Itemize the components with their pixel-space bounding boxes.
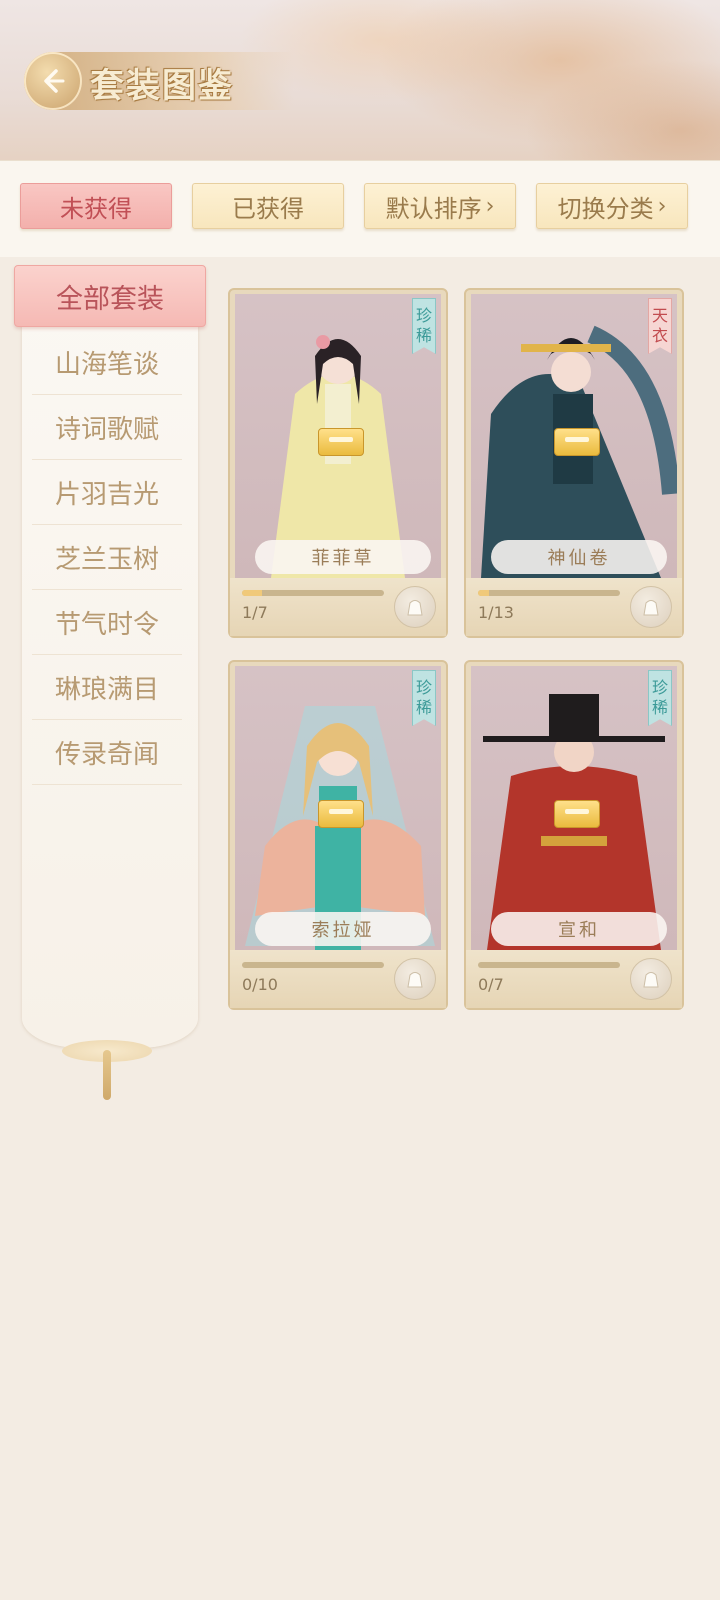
rarity-char: 珍 <box>415 306 432 325</box>
bag-button[interactable] <box>630 586 672 628</box>
category-label: 诗词歌赋 <box>54 414 159 445</box>
obtained-filter-button[interactable]: 已获得 <box>192 183 344 229</box>
category-label: 片羽吉光 <box>54 479 159 510</box>
obtained-label: 已获得 <box>232 194 304 223</box>
bag-icon <box>407 600 423 616</box>
rarity-char: 珍 <box>415 678 432 697</box>
outfit-card[interactable]: 天 衣 神仙卷 1/13 <box>464 288 684 638</box>
category-item[interactable]: 传录奇闻 <box>32 720 182 785</box>
bag-button[interactable] <box>394 958 436 1000</box>
category-all-sets[interactable]: 全部套装 <box>14 265 206 327</box>
category-label: 全部套装 <box>56 283 164 315</box>
category-item[interactable]: 芝兰玉树 <box>32 525 182 590</box>
filter-bar: 未获得 已获得 默认排序 › 切换分类 › <box>0 160 720 257</box>
unobtained-filter-button[interactable]: 未获得 <box>20 183 172 229</box>
rarity-char: 天 <box>651 306 668 325</box>
outfit-card[interactable]: 珍 稀 索拉娅 0/10 <box>228 660 448 1010</box>
unobtained-label: 未获得 <box>60 194 132 223</box>
rarity-tag: 珍 稀 <box>412 298 436 354</box>
category-item[interactable]: 山海笔谈 <box>32 330 182 395</box>
rarity-char: 珍 <box>651 678 668 697</box>
category-label: 传录奇闻 <box>54 739 159 770</box>
category-label: 芝兰玉树 <box>54 544 159 575</box>
lock-badge <box>318 428 364 456</box>
outfit-name: 神仙卷 <box>491 540 667 574</box>
bag-icon <box>407 972 423 988</box>
outfit-card[interactable]: 珍 稀 菲菲草 1/7 <box>228 288 448 638</box>
category-item[interactable]: 诗词歌赋 <box>32 395 182 460</box>
category-label: 山海笔谈 <box>54 349 159 380</box>
lock-badge <box>554 428 600 456</box>
category-item[interactable]: 节气时令 <box>32 590 182 655</box>
category-item[interactable]: 片羽吉光 <box>32 460 182 525</box>
progress-text: 1/7 <box>242 603 268 622</box>
sort-label: 默认排序 <box>385 194 482 223</box>
progress-bar <box>242 962 384 968</box>
bag-button[interactable] <box>630 958 672 1000</box>
card-footer: 1/13 <box>466 578 682 636</box>
back-button[interactable] <box>24 52 82 110</box>
progress-fill <box>242 590 263 596</box>
chevron-right-icon: › <box>657 193 667 219</box>
chevron-right-icon: › <box>485 193 495 219</box>
rarity-tag: 珍 稀 <box>648 670 672 726</box>
category-label: 节气时令 <box>54 609 159 640</box>
bag-icon <box>643 600 659 616</box>
sort-button[interactable]: 默认排序 › <box>364 183 516 229</box>
tassel-ornament <box>103 1050 111 1100</box>
rarity-char: 稀 <box>415 698 432 717</box>
outfit-card[interactable]: 珍 稀 宣和 0/7 <box>464 660 684 1010</box>
lock-badge <box>554 800 600 828</box>
progress-text: 0/10 <box>242 975 278 994</box>
page-title: 套装图鉴 <box>90 66 234 106</box>
card-footer: 0/10 <box>230 950 446 1008</box>
switch-category-button[interactable]: 切换分类 › <box>536 183 688 229</box>
switch-category-label: 切换分类 <box>557 194 654 223</box>
progress-bar <box>242 590 384 596</box>
lock-badge <box>318 800 364 828</box>
progress-fill <box>478 590 489 596</box>
progress-bar <box>478 962 620 968</box>
outfit-artwork: 珍 稀 菲菲草 <box>235 294 441 578</box>
outfit-artwork: 珍 稀 宣和 <box>471 666 677 950</box>
rarity-char: 稀 <box>415 326 432 345</box>
bag-icon <box>643 972 659 988</box>
outfit-name: 菲菲草 <box>255 540 431 574</box>
outfit-artwork: 天 衣 神仙卷 <box>471 294 677 578</box>
progress-bar <box>478 590 620 596</box>
card-footer: 0/7 <box>466 950 682 1008</box>
rarity-tag: 天 衣 <box>648 298 672 354</box>
progress-text: 1/13 <box>478 603 514 622</box>
outfit-artwork: 珍 稀 索拉娅 <box>235 666 441 950</box>
rarity-tag: 珍 稀 <box>412 670 436 726</box>
rarity-char: 衣 <box>651 326 668 345</box>
outfit-name: 宣和 <box>491 912 667 946</box>
back-arrow-icon <box>44 69 65 93</box>
bag-button[interactable] <box>394 586 436 628</box>
progress-text: 0/7 <box>478 975 504 994</box>
rarity-char: 稀 <box>651 698 668 717</box>
category-item[interactable]: 琳琅满目 <box>32 655 182 720</box>
outfit-name: 索拉娅 <box>255 912 431 946</box>
card-footer: 1/7 <box>230 578 446 636</box>
category-label: 琳琅满目 <box>54 674 159 705</box>
